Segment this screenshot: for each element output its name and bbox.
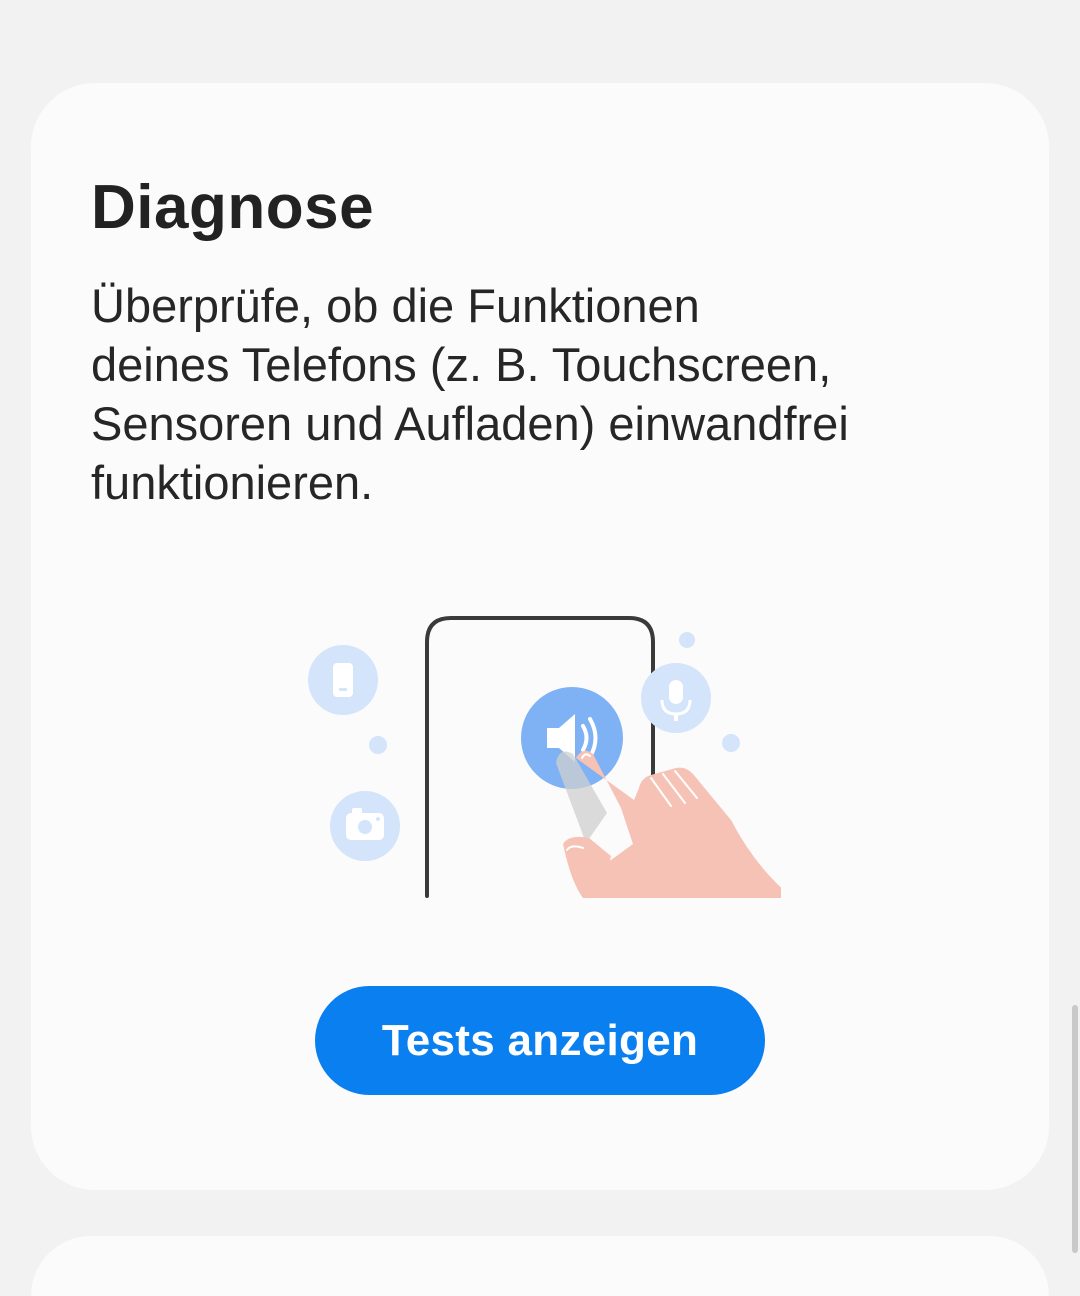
microphone-icon [641,663,711,733]
decor-dot [369,736,387,754]
decor-dot [722,734,740,752]
decor-dot [679,632,695,648]
tests-anzeigen-button[interactable]: Tests anzeigen [315,986,765,1095]
phone-icon [308,645,378,715]
camera-icon [330,791,400,861]
scrollbar[interactable] [1072,1005,1078,1253]
next-card-edge [31,1236,1049,1296]
diagnostics-illustration [308,616,781,898]
card-description: Überprüfe, ob die Funktionen deines Tele… [91,279,849,509]
diagnose-card: Diagnose Überprüfe, ob die Funktionen de… [31,83,1049,1190]
card-title: Diagnose [91,173,375,242]
